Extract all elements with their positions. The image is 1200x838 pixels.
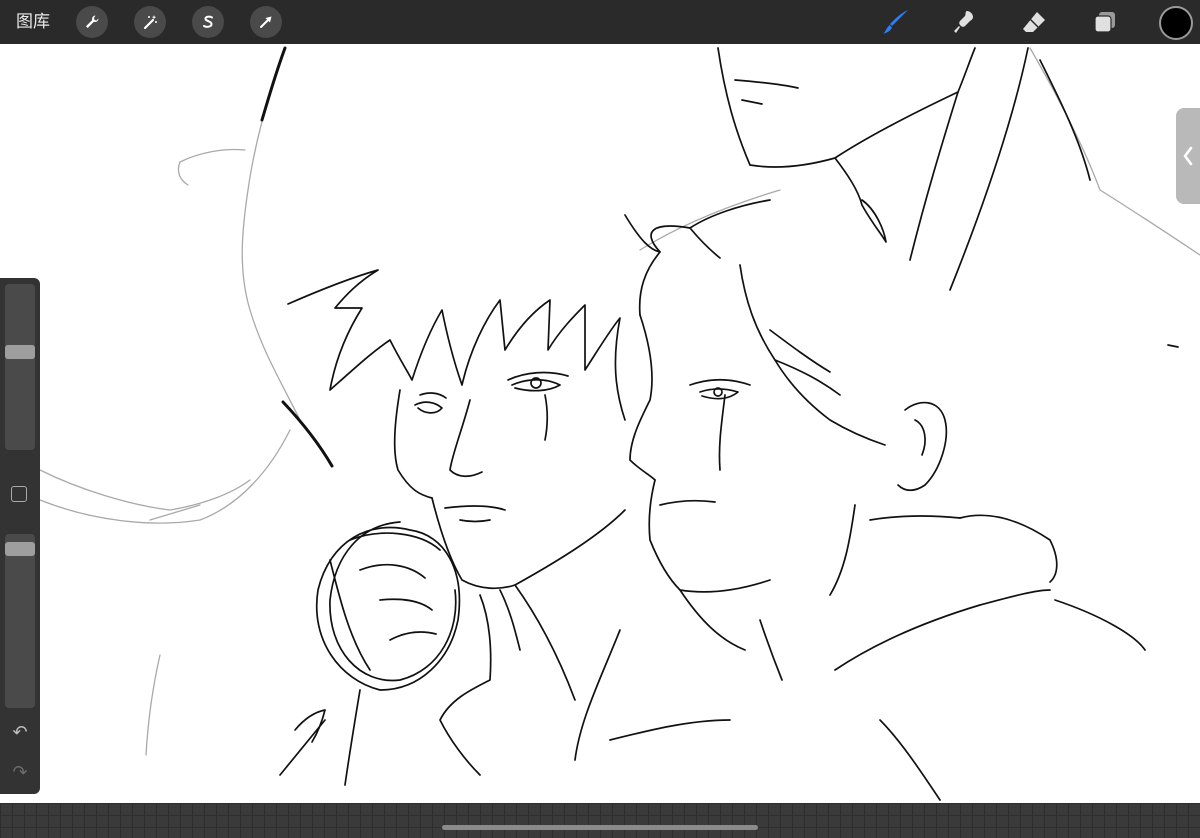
opacity-slider[interactable] [5,534,35,708]
brush-size-thumb[interactable] [5,345,35,359]
redo-arrow-icon: ↷ [12,762,28,783]
actions-button[interactable] [76,6,108,38]
adjustments-button[interactable] [134,6,166,38]
gallery-button[interactable]: 图库 [16,11,50,33]
color-picker-button[interactable] [1159,6,1193,40]
brush-tool-button[interactable] [878,4,914,40]
bottom-grid-strip [0,803,1200,838]
chevron-left-icon [1183,146,1193,166]
magic-wand-icon [143,15,157,30]
transform-button[interactable] [250,6,282,38]
modify-button[interactable] [11,486,27,502]
eraser-icon [1023,12,1045,32]
eraser-tool-button[interactable] [1016,4,1052,40]
selection-s-icon [203,15,213,28]
redo-button[interactable]: ↷ [0,762,40,783]
selection-button[interactable] [192,6,224,38]
arrow-cursor-icon [260,16,272,28]
side-panel-toggle[interactable] [1176,108,1200,204]
undo-arrow-icon: ↶ [12,722,28,743]
smudge-icon [954,11,973,33]
smudge-tool-button[interactable] [946,4,982,40]
top-toolbar: 图库 [0,0,1200,44]
brush-size-slider[interactable] [5,284,35,450]
brush-icon [883,10,908,34]
drawing-canvas[interactable] [0,44,1200,803]
layers-button[interactable] [1087,4,1123,40]
undo-button[interactable]: ↶ [0,722,40,743]
opacity-thumb[interactable] [5,542,35,556]
layers-icon [1094,12,1115,33]
sketch-artwork [39,46,1200,801]
home-indicator[interactable] [442,825,758,830]
wrench-icon [86,15,99,28]
left-sidebar: ↶ ↷ [0,278,40,794]
